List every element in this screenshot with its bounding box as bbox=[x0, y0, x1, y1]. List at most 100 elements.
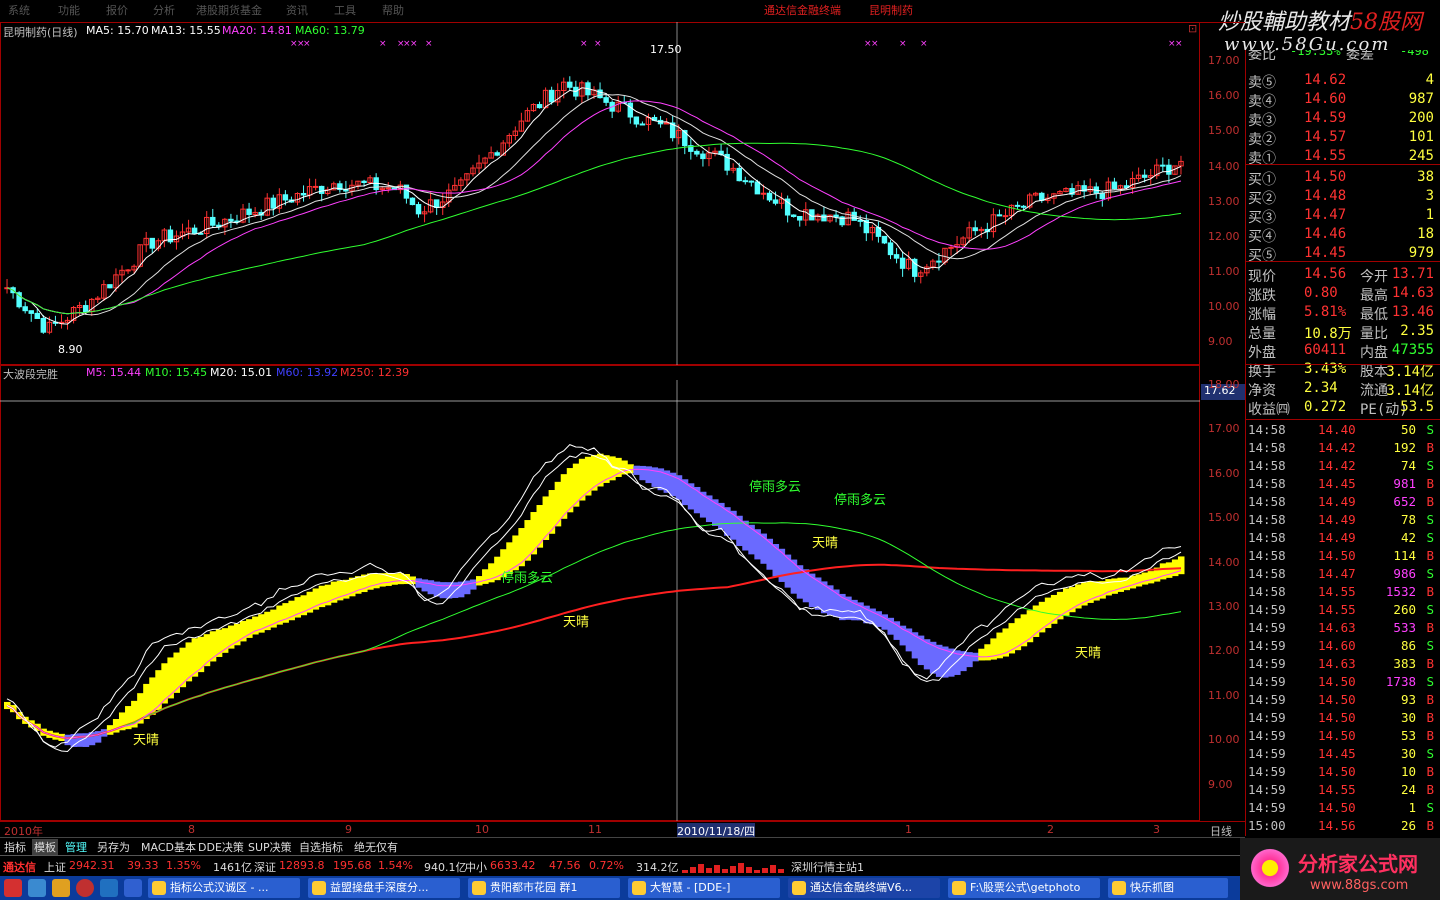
tick-row: 14:59 14.50 10 B bbox=[1248, 764, 1434, 779]
tray-icon-2[interactable] bbox=[28, 879, 46, 897]
trend-band-block bbox=[645, 466, 652, 484]
trend-band-block bbox=[935, 644, 943, 677]
tick-row: 14:59 14.63 383 B bbox=[1248, 656, 1434, 671]
task-tongdaxin[interactable]: 通达信金融终端V6... bbox=[788, 878, 940, 898]
status-brand: 通达信 bbox=[3, 861, 36, 874]
signal-marker: × bbox=[594, 39, 602, 49]
tab-unique[interactable]: 绝无仅有 bbox=[352, 839, 400, 855]
candle-body bbox=[742, 180, 749, 183]
sh-index-label[interactable]: 上证 bbox=[44, 859, 66, 875]
task-screenshot[interactable]: 快乐抓图 bbox=[1108, 878, 1228, 898]
lower-axis-17: 17.00 bbox=[1208, 422, 1240, 435]
candle-body bbox=[948, 246, 954, 249]
tray-icon-4[interactable] bbox=[76, 879, 94, 897]
sell-level-row: 卖⑤ 14.62 4 bbox=[1248, 72, 1434, 91]
sell-level-row: 卖② 14.57 101 bbox=[1248, 129, 1434, 148]
menu-system[interactable]: 系统 bbox=[8, 2, 30, 18]
tab-sup[interactable]: SUP决策 bbox=[246, 839, 294, 855]
tab-custom-indicator[interactable]: 自选指标 bbox=[297, 839, 345, 855]
candle-body bbox=[857, 219, 863, 222]
tick-row: 14:58 14.40 50 S bbox=[1248, 422, 1434, 437]
breadth-bar bbox=[778, 869, 784, 873]
sz-index-amount: 940.1亿 bbox=[424, 861, 467, 874]
server-station[interactable]: 深圳行情主站1 bbox=[791, 859, 864, 875]
menu-function[interactable]: 功能 bbox=[58, 2, 80, 18]
trend-band-block bbox=[633, 465, 640, 475]
trend-band-block bbox=[373, 573, 380, 589]
stat-row: 换手 3.43% 股本 3.14亿 bbox=[1248, 361, 1434, 380]
tab-dde[interactable]: DDE决策 bbox=[196, 839, 246, 855]
task-dazhihui[interactable]: 大智慧 - [DDE-] bbox=[628, 878, 780, 898]
signal-marker: × bbox=[920, 39, 928, 49]
menu-analysis[interactable]: 分析 bbox=[153, 2, 175, 18]
candle-body bbox=[1160, 164, 1166, 167]
ma20-line bbox=[6, 100, 1182, 315]
candle-body bbox=[597, 89, 603, 99]
sme-index-label[interactable]: 中小 bbox=[465, 859, 487, 875]
tick-row: 14:59 14.55 24 B bbox=[1248, 782, 1434, 797]
trend-band-block bbox=[415, 578, 423, 588]
sz-index-value: 12893.8 bbox=[279, 859, 325, 872]
trend-band-block bbox=[748, 524, 755, 555]
tick-row: 14:58 14.50 114 B bbox=[1248, 548, 1434, 563]
trend-band-block bbox=[203, 634, 211, 667]
stat-row: 涨跌 0.80 最高 14.63 bbox=[1248, 285, 1434, 304]
tab-save-as[interactable]: 另存为 bbox=[95, 839, 132, 855]
menu-help[interactable]: 帮助 bbox=[382, 2, 404, 18]
task-guiyang-group[interactable]: 贵阳都市花园 群1 bbox=[468, 878, 620, 898]
app-title: 通达信金融终端 bbox=[764, 4, 841, 17]
tray-icon-6[interactable] bbox=[124, 879, 142, 897]
task-yimeng[interactable]: 益盟操盘手深度分... bbox=[308, 878, 460, 898]
breadth-bar bbox=[730, 866, 736, 873]
xaxis-label-8: 8 bbox=[188, 823, 195, 836]
date-axis: 2010年 8 9 10 11 2010/11/18/四 1 2 3 日线 bbox=[0, 821, 1245, 839]
flower-logo-icon bbox=[1248, 846, 1292, 890]
candle-body bbox=[125, 269, 131, 272]
candle-body bbox=[821, 214, 827, 222]
logo-88gs: 分析家公式网 www.88gs.com bbox=[1240, 838, 1440, 900]
candle-body bbox=[567, 81, 573, 88]
tab-indicator[interactable]: 指标 bbox=[2, 839, 28, 855]
tab-template[interactable]: 模板 bbox=[32, 839, 58, 855]
task-folder[interactable]: F:\股票公式\getphoto bbox=[948, 878, 1100, 898]
candle-body bbox=[1039, 192, 1045, 201]
task-indicator-forum[interactable]: 指标公式汉诚区 - ... bbox=[148, 878, 300, 898]
trend-band-block bbox=[784, 554, 792, 588]
candle-body bbox=[1014, 204, 1021, 207]
menu-hk-futures[interactable]: 港股期货基金 bbox=[196, 2, 262, 18]
tick-row: 14:59 14.50 93 B bbox=[1248, 692, 1434, 707]
candle-body bbox=[1141, 174, 1148, 178]
trend-band-block bbox=[1141, 572, 1149, 585]
annotation-cloudy-3: 停雨多云 bbox=[834, 493, 887, 508]
menu-news[interactable]: 资讯 bbox=[286, 2, 308, 18]
lower-axis-13: 13.00 bbox=[1208, 600, 1240, 613]
tray-icon-1[interactable] bbox=[4, 879, 22, 897]
sz-index-label[interactable]: 深证 bbox=[254, 859, 276, 875]
breadth-bar bbox=[690, 867, 696, 873]
menu-quote[interactable]: 报价 bbox=[106, 2, 128, 18]
signal-marker: × bbox=[379, 39, 387, 49]
tab-manage[interactable]: 管理 bbox=[63, 839, 89, 855]
candle-body bbox=[191, 227, 198, 234]
tick-row: 14:58 14.49 42 S bbox=[1248, 530, 1434, 545]
xaxis-label-1: 1 bbox=[905, 823, 912, 836]
candle-body bbox=[40, 317, 47, 333]
menu-tools[interactable]: 工具 bbox=[334, 2, 356, 18]
stat-row: 总量 10.8万 量比 2.35 bbox=[1248, 323, 1434, 342]
lower-axis-14: 14.00 bbox=[1208, 556, 1240, 569]
tab-macd[interactable]: MACD基本 bbox=[139, 839, 198, 855]
candle-body bbox=[700, 153, 706, 160]
order-ratio-row: 委比 -19.33% 委差 -498 bbox=[1248, 50, 1429, 63]
tray-icon-5[interactable] bbox=[100, 879, 118, 897]
tick-row: 14:59 14.50 1 S bbox=[1248, 800, 1434, 815]
trend-band-block bbox=[754, 529, 761, 560]
trend-band-block bbox=[639, 465, 646, 481]
tick-row: 14:59 14.55 260 S bbox=[1248, 602, 1434, 617]
candle-body bbox=[663, 122, 670, 125]
trend-band-block bbox=[1147, 571, 1155, 584]
stat-row: 现价 14.56 今开 13.71 bbox=[1248, 266, 1434, 285]
sme-index-value: 6633.42 bbox=[490, 859, 536, 872]
trend-band-block bbox=[469, 579, 477, 590]
quote-divider bbox=[1246, 364, 1440, 365]
tray-icon-3[interactable] bbox=[52, 879, 70, 897]
